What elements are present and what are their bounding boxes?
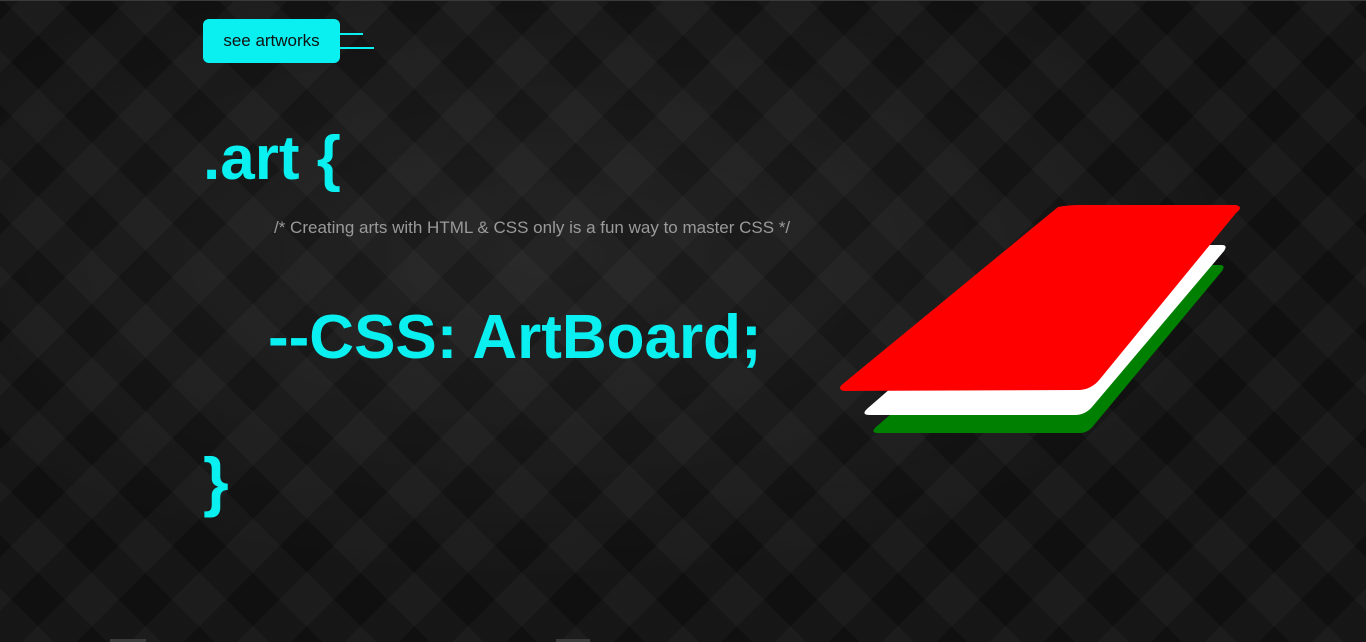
button-accent-line (340, 33, 363, 35)
code-variable: --CSS: ArtBoard; (268, 303, 762, 372)
code-open-brace: .art { (203, 124, 341, 193)
code-close-brace: } (203, 444, 229, 518)
top-divider (0, 0, 1366, 1)
button-accent-line (340, 47, 374, 49)
code-comment: /* Creating arts with HTML & CSS only is… (274, 218, 791, 237)
see-artworks-button[interactable]: see artworks (203, 19, 340, 63)
artboard-illustration (840, 205, 1240, 433)
page: see artworks .art { /* Creating arts wit… (0, 0, 1366, 642)
